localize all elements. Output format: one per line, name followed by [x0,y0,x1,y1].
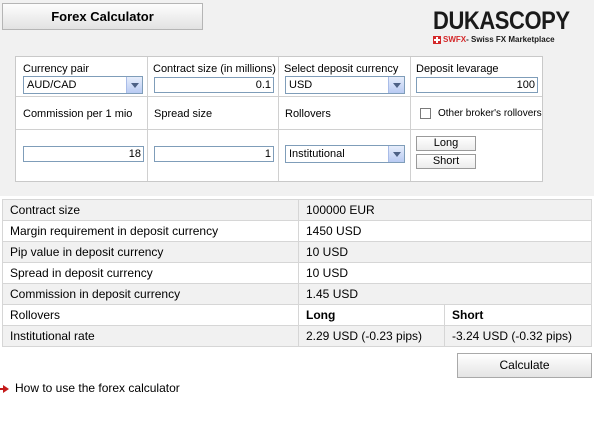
help-link-text[interactable]: How to use the forex calculator [15,381,180,395]
grid-divider [16,129,542,130]
currency-pair-value: AUD/CAD [27,79,77,91]
deposit-currency-select[interactable]: USD [285,76,405,94]
chevron-down-icon[interactable] [388,146,404,162]
row-value: 10 USD [298,241,592,263]
chevron-down-icon[interactable] [388,77,404,93]
rollovers-value: Institutional [289,148,345,160]
calculate-button[interactable]: Calculate [457,353,592,378]
rollovers-header-row: Rollovers Long Short [2,304,592,326]
table-row: Pip value in deposit currency 10 USD [2,241,592,263]
page-title: Forex Calculator [2,3,203,30]
deposit-currency-label: Select deposit currency [284,63,399,75]
contract-size-label: Contract size (in millions) [153,63,276,75]
deposit-currency-value: USD [289,79,313,91]
swiss-cross-icon [433,35,441,44]
table-row: Spread in deposit currency 10 USD [2,262,592,284]
row-label: Pip value in deposit currency [2,241,299,263]
other-brokers-checkbox[interactable] [420,108,431,119]
other-brokers-label: Other broker's rollovers [438,108,542,119]
row-value: 10 USD [298,262,592,284]
row-label: Spread in deposit currency [2,262,299,284]
commission-input[interactable]: 18 [23,146,144,162]
institutional-rate-row: Institutional rate 2.29 USD (-0.23 pips)… [2,325,592,347]
commission-label: Commission per 1 mio [23,108,133,120]
currency-pair-label: Currency pair [23,63,90,75]
row-label: Contract size [2,199,299,221]
grid-divider [278,57,279,181]
long-column-header: Long [298,304,445,326]
grid-divider [410,57,411,181]
table-row: Margin requirement in deposit currency 1… [2,220,592,242]
row-value: 1.45 USD [298,283,592,305]
deposit-leverage-input[interactable]: 100 [416,77,538,93]
short-rate-value: -3.24 USD (-0.32 pips) [444,325,592,347]
table-row: Commission in deposit currency 1.45 USD [2,283,592,305]
logo-tagline-text: - Swiss FX Marketplace [466,35,555,44]
row-label: Rollovers [2,304,299,326]
row-value: 1450 USD [298,220,592,242]
deposit-leverage-label: Deposit levarage [416,63,499,75]
logo-wordmark: DUKASCOPY [433,7,570,35]
rollovers-select[interactable]: Institutional [285,145,405,163]
row-label: Commission in deposit currency [2,283,299,305]
short-column-header: Short [444,304,592,326]
contract-size-input[interactable]: 0.1 [154,77,274,93]
table-row: Contract size 100000 EUR [2,199,592,221]
long-rate-value: 2.29 USD (-0.23 pips) [298,325,445,347]
currency-pair-select[interactable]: AUD/CAD [23,76,143,94]
row-label: Institutional rate [2,325,299,347]
row-value: 100000 EUR [298,199,592,221]
dukascopy-logo: DUKASCOPY SWFX - Swiss FX Marketplace [433,8,593,48]
spread-size-input[interactable]: 1 [154,146,274,162]
logo-swfx: SWFX [443,35,467,44]
arrow-right-icon [0,384,9,393]
long-button[interactable]: Long [416,136,476,151]
input-grid: Currency pair AUD/CAD Contract size (in … [15,56,543,182]
logo-tagline: SWFX - Swiss FX Marketplace [433,35,593,44]
grid-divider [147,57,148,181]
spread-size-label: Spread size [154,108,213,120]
results-table: Contract size 100000 EUR Margin requirem… [2,199,592,347]
help-link[interactable]: How to use the forex calculator [0,381,180,395]
calculator-panel: Forex Calculator DUKASCOPY SWFX - Swiss … [0,0,594,196]
grid-divider [16,96,542,97]
row-label: Margin requirement in deposit currency [2,220,299,242]
rollovers-label: Rollovers [285,108,331,120]
short-button[interactable]: Short [416,154,476,169]
chevron-down-icon[interactable] [126,77,142,93]
